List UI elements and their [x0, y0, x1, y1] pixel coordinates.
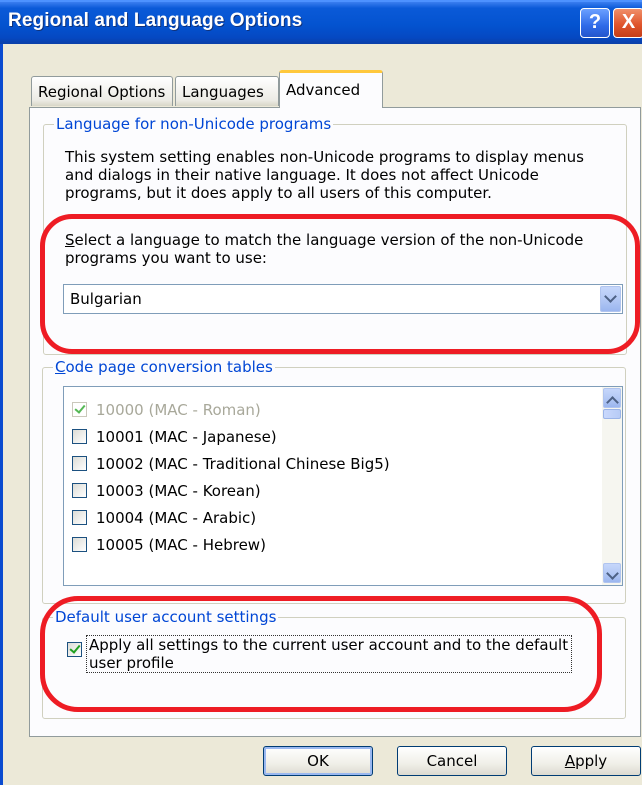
code-page-checkbox[interactable]: [72, 429, 87, 444]
code-page-label-text: ode page conversion tables: [65, 358, 273, 376]
ok-button[interactable]: OK: [263, 746, 373, 776]
code-page-group-label: Code page conversion tables: [53, 358, 275, 376]
apply-button-label: pply: [575, 752, 608, 770]
help-button[interactable]: ?: [580, 8, 610, 38]
window-title: Regional and Language Options: [8, 10, 303, 31]
ok-button-label: OK: [307, 752, 329, 770]
tab-languages[interactable]: Languages: [175, 76, 279, 106]
list-item[interactable]: 10000 (MAC - Roman): [64, 397, 594, 423]
non-unicode-group-label: Language for non-Unicode programs: [54, 115, 334, 133]
list-item[interactable]: 10001 (MAC - Japanese): [64, 424, 594, 450]
code-page-label: 10004 (MAC - Arabic): [96, 509, 257, 527]
code-page-checkbox[interactable]: [72, 456, 87, 471]
help-icon: ?: [588, 11, 602, 33]
code-page-label: 10000 (MAC - Roman): [96, 401, 261, 419]
checkmark-icon: [74, 402, 86, 414]
scroll-down-button[interactable]: [603, 563, 621, 583]
tab-label: Regional Options: [38, 83, 166, 101]
list-item[interactable]: 10003 (MAC - Korean): [64, 478, 594, 504]
non-unicode-description: This system setting enables non-Unicode …: [65, 148, 584, 202]
list-item[interactable]: 10005 (MAC - Hebrew): [64, 532, 594, 558]
code-page-label: 10001 (MAC - Japanese): [96, 428, 277, 446]
apply-button-mnemonic: A: [564, 752, 576, 770]
scroll-up-button[interactable]: [603, 388, 621, 409]
code-page-checkbox[interactable]: [72, 483, 87, 498]
chevron-down-icon: [605, 567, 619, 580]
cancel-button-label: Cancel: [426, 752, 478, 770]
tab-label: Languages: [182, 83, 264, 101]
tab-label: Advanced: [286, 81, 361, 99]
code-page-checkbox[interactable]: [72, 537, 87, 552]
cancel-button[interactable]: Cancel: [397, 746, 507, 776]
list-scrollbar[interactable]: [602, 387, 622, 585]
apply-button[interactable]: Apply: [531, 746, 641, 776]
annotation-ellipse-default-user: [40, 596, 602, 712]
close-icon: X: [621, 11, 636, 33]
tab-advanced[interactable]: Advanced: [279, 70, 383, 108]
code-page-label: 10002 (MAC - Traditional Chinese Big5): [96, 455, 390, 473]
list-item[interactable]: 10004 (MAC - Arabic): [64, 505, 594, 531]
list-item[interactable]: 10002 (MAC - Traditional Chinese Big5): [64, 451, 594, 477]
code-page-checkbox[interactable]: [72, 510, 87, 525]
annotation-ellipse-language: [40, 214, 640, 354]
title-bar: Regional and Language Options ? X: [0, 0, 642, 44]
tab-regional-options[interactable]: Regional Options: [31, 76, 173, 106]
code-page-label: 10003 (MAC - Korean): [96, 482, 261, 500]
code-page-label: 10005 (MAC - Hebrew): [96, 536, 266, 554]
code-page-list[interactable]: 10000 (MAC - Roman) 10001 (MAC - Japanese…: [63, 386, 623, 586]
scroll-thumb[interactable]: [603, 409, 621, 419]
code-page-checkbox[interactable]: [72, 402, 87, 417]
chevron-up-icon: [605, 396, 619, 409]
close-button[interactable]: X: [613, 8, 642, 38]
